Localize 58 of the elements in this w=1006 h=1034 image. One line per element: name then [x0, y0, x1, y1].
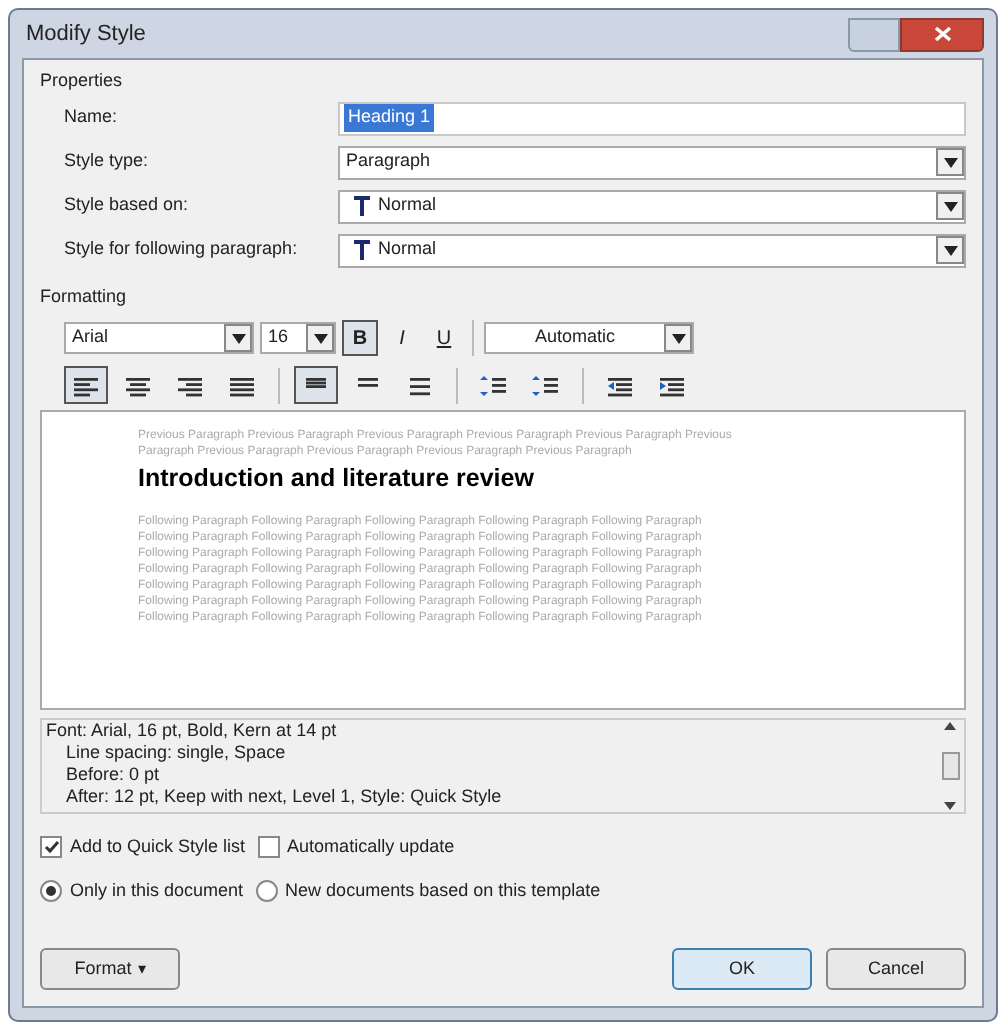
outdent-icon: [606, 373, 634, 397]
section-heading: Properties: [40, 68, 125, 94]
name-field[interactable]: Heading 1: [338, 101, 966, 135]
description-line: Font: Arial, 16 pt, Bold, Kern at 14 pt: [46, 720, 339, 742]
space-after-icon: [532, 373, 560, 397]
description-line: Line spacing: single, Space: [64, 742, 288, 764]
ok-button[interactable]: OK: [672, 948, 812, 990]
checkbox-label: Add to Quick Style list: [70, 834, 246, 860]
field-value: Paragraph: [346, 148, 431, 175]
format-button[interactable]: Format ▾: [40, 948, 180, 990]
scroll-down-icon[interactable]: [944, 802, 956, 810]
paragraph-style-icon: [354, 196, 370, 216]
color-dropdown[interactable]: Automatic: [484, 322, 694, 354]
justify-icon: [228, 373, 256, 397]
checkbox[interactable]: [257, 836, 280, 859]
align-left-button[interactable]: [64, 366, 108, 404]
underline-button[interactable]: U: [426, 320, 462, 356]
checkbox[interactable]: [40, 836, 62, 859]
align-center-icon: [124, 373, 152, 397]
close-icon: [933, 26, 951, 42]
font-dropdown[interactable]: Arial: [64, 322, 254, 354]
field-value: Normal: [378, 192, 437, 219]
color-value: Automatic: [532, 324, 618, 351]
dropdown-field[interactable]: Normal: [338, 233, 966, 267]
radio-button[interactable]: [255, 879, 278, 902]
bold-button[interactable]: B: [342, 320, 378, 356]
field-label: Name:: [64, 104, 120, 131]
size-value: 16: [268, 324, 289, 351]
field-value: Heading 1: [344, 104, 435, 132]
paragraph-style-icon: [354, 240, 370, 260]
section-heading: Formatting: [40, 283, 129, 310]
size-dropdown[interactable]: 16: [260, 322, 336, 354]
window-title: Modify Style: [26, 19, 146, 50]
scrollbar[interactable]: [936, 720, 964, 812]
checkbox-label: Automatically update: [287, 834, 455, 860]
preview-heading: Introduction and literature review: [138, 462, 536, 494]
dropdown-field[interactable]: Normal: [338, 189, 966, 223]
cancel-button[interactable]: Cancel: [826, 948, 966, 990]
radio-label: Only in this document: [70, 877, 244, 904]
radio-button[interactable]: [40, 879, 62, 902]
italic-button[interactable]: I: [384, 320, 420, 356]
field-label: Style for following paragraph:: [64, 236, 300, 263]
space-before-icon: [480, 373, 508, 397]
radio-label: New documents based on this template: [285, 877, 601, 904]
font-value: Arial: [72, 324, 109, 351]
field-value: Normal: [378, 236, 437, 263]
field-label: Style based on:: [64, 192, 191, 219]
align-left-icon: [72, 373, 100, 397]
single-spacing-button[interactable]: [294, 366, 338, 404]
close-button[interactable]: [900, 17, 984, 51]
indent-icon: [658, 373, 686, 397]
align-right-icon: [176, 373, 204, 397]
dropdown-field[interactable]: Paragraph: [338, 145, 966, 179]
double-spacing-icon: [406, 373, 434, 397]
field-label: Style type:: [64, 148, 151, 175]
scroll-up-icon[interactable]: [944, 722, 956, 730]
description-line: Before: 0 pt: [64, 764, 162, 786]
description-line: After: 12 pt, Keep with next, Level 1, Style: Quick Style: [64, 786, 504, 808]
